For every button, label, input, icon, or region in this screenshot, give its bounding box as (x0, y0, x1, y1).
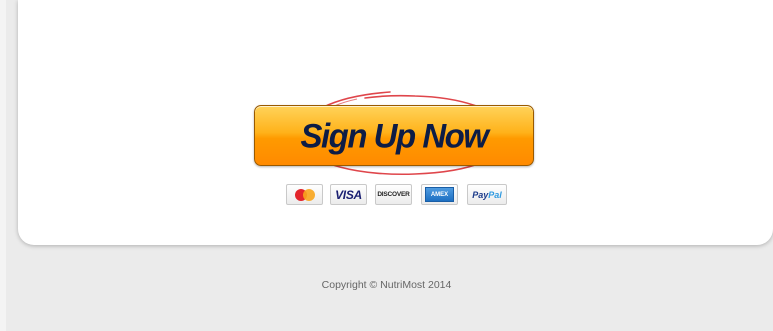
amex-icon: AMEX (421, 184, 458, 205)
mastercard-icon (286, 184, 323, 205)
discover-icon: DISCOVER (375, 184, 412, 205)
copyright-text: Copyright © NutriMost 2014 (321, 279, 452, 291)
sign-up-now-button[interactable]: Sign Up Now (254, 105, 534, 166)
payment-methods: VISA DISCOVER AMEX PayPal (0, 184, 773, 206)
paypal-icon: PayPal (467, 184, 507, 205)
paypal-label-pay: Pay (472, 189, 489, 200)
visa-label: VISA (335, 187, 362, 202)
discover-label: DISCOVER (377, 191, 410, 198)
sign-up-now-label: Sign Up Now (300, 115, 489, 155)
amex-label: AMEX (430, 191, 449, 198)
visa-icon: VISA (330, 184, 367, 205)
paypal-label-pal: Pal (488, 189, 502, 200)
